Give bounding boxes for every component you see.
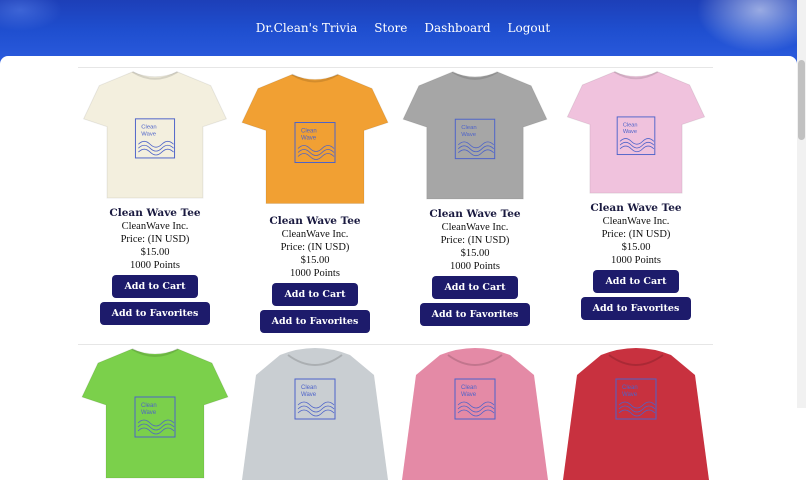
tshirt-image: CleanWave: [566, 70, 706, 194]
nav-store[interactable]: Store: [374, 21, 407, 35]
add-to-favorites-button[interactable]: Add to Favorites: [580, 297, 692, 320]
svg-text:Wave: Wave: [622, 392, 638, 398]
svg-text:Clean: Clean: [461, 125, 476, 131]
scrollbar[interactable]: [797, 0, 806, 408]
svg-text:Wave: Wave: [301, 136, 317, 142]
product-points: 1000 Points: [450, 261, 500, 272]
product-points: 1000 Points: [611, 255, 661, 266]
product-card: Clean Wave: [561, 345, 711, 485]
svg-text:Wave: Wave: [141, 410, 157, 416]
price-label: Price: (IN USD): [120, 234, 190, 245]
product-brand: CleanWave Inc.: [441, 222, 509, 233]
tshirt-image: CleanWave: [81, 348, 229, 479]
scrollbar-thumb[interactable]: [798, 60, 805, 140]
product-brand: CleanWave Inc.: [281, 229, 349, 240]
add-to-cart-button[interactable]: Add to Cart: [432, 276, 518, 299]
product-card: Clean Wave Clean Wave Tee CleanWave Inc. Pri…: [561, 68, 711, 320]
product-card: Clean Wave Clean Wave Tee CleanWave Inc. Pri…: [80, 68, 230, 325]
product-points: 1000 Points: [130, 260, 180, 271]
tshirt-image: CleanWave: [82, 71, 228, 199]
hoodie-image: CleanWave: [242, 348, 388, 480]
product-price: $15.00: [460, 248, 490, 259]
add-to-favorites-button[interactable]: Add to Favorites: [259, 310, 371, 333]
svg-text:Wave: Wave: [623, 129, 637, 135]
product-card: Clean Wave Clean Wave Tee CleanWave Inc. Pri…: [400, 68, 550, 326]
svg-text:Wave: Wave: [461, 392, 477, 398]
svg-text:Clean: Clean: [623, 122, 638, 128]
product-price: $15.00: [140, 247, 170, 258]
svg-text:Clean: Clean: [301, 385, 317, 391]
product-title: Clean Wave Tee: [590, 202, 682, 214]
svg-text:Wave: Wave: [461, 132, 477, 138]
svg-text:Clean: Clean: [141, 125, 156, 131]
price-label: Price: (IN USD): [601, 229, 671, 240]
add-to-favorites-button[interactable]: Add to Favorites: [99, 302, 211, 325]
nav-trivia[interactable]: Dr.Clean's Trivia: [256, 21, 357, 35]
svg-text:Clean: Clean: [461, 385, 477, 391]
product-card: Clean Wave Clean Wave Tee CleanWave Inc. Pri…: [240, 68, 390, 333]
svg-text:Wave: Wave: [141, 131, 156, 137]
nav-dashboard[interactable]: Dashboard: [424, 21, 490, 35]
product-points: 1000 Points: [290, 268, 340, 279]
product-title: Clean Wave Tee: [429, 208, 521, 220]
product-title: Clean Wave Tee: [269, 215, 361, 227]
price-label: Price: (IN USD): [280, 242, 350, 253]
product-price: $15.00: [300, 255, 330, 266]
tshirt-image: CleanWave: [241, 73, 389, 204]
product-title: Clean Wave Tee: [109, 207, 201, 219]
product-card: Clean Wave: [400, 345, 550, 485]
product-card: Clean Wave: [80, 345, 230, 485]
add-to-cart-button[interactable]: Add to Cart: [272, 283, 358, 306]
product-brand: CleanWave Inc.: [121, 221, 189, 232]
tshirt-image: CleanWave: [402, 71, 548, 200]
svg-text:Clean: Clean: [301, 129, 317, 135]
hoodie-image: CleanWave: [563, 348, 709, 480]
product-brand: CleanWave Inc.: [602, 216, 670, 227]
svg-text:Clean: Clean: [141, 403, 157, 409]
price-label: Price: (IN USD): [440, 235, 510, 246]
svg-text:Clean: Clean: [622, 385, 638, 391]
hoodie-image: CleanWave: [402, 348, 548, 480]
product-price: $15.00: [621, 242, 651, 253]
nav-logout[interactable]: Logout: [508, 21, 551, 35]
add-to-cart-button[interactable]: Add to Cart: [593, 270, 679, 293]
top-nav: Dr.Clean's Trivia Store Dashboard Logout: [0, 21, 806, 35]
add-to-cart-button[interactable]: Add to Cart: [112, 275, 198, 298]
add-to-favorites-button[interactable]: Add to Favorites: [419, 303, 531, 326]
svg-text:Wave: Wave: [301, 392, 317, 398]
product-card: Clean Wave: [240, 345, 390, 485]
